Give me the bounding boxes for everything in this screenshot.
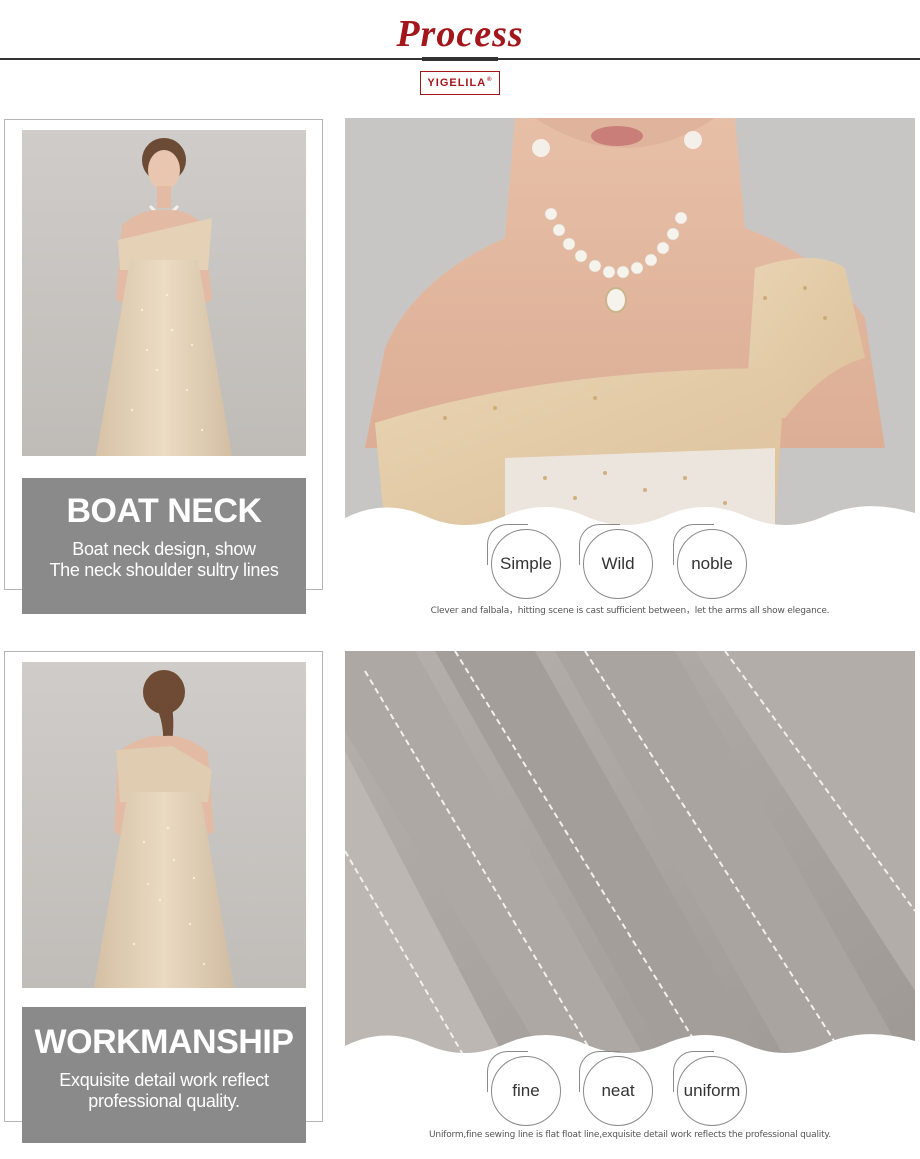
section-description-line1: Boat neck design, show [72,539,256,559]
section-description-line2: The neck shoulder sultry lines [49,560,279,580]
feature-badge-wild: Wild [583,529,653,599]
feature-badge-noble: noble [677,529,747,599]
section-heading: BOAT NECK [66,492,262,530]
registered-mark: ® [487,77,493,83]
header-divider-accent [422,57,498,61]
section-description-line2: professional quality. [88,1091,240,1111]
model-back-photo [22,662,306,988]
workmanship-label: WORKMANSHIP Exquisite detail work reflec… [22,1007,306,1143]
feature-badge-simple: Simple [491,529,561,599]
brand-name: YIGELILA [427,77,487,89]
fabric-detail-photo [345,651,915,1058]
feature-badge-neat: neat [583,1056,653,1126]
neckline-detail-photo [345,118,915,530]
model-front-photo [22,130,306,456]
feature-badge-fine: fine [491,1056,561,1126]
brand-logo: YIGELILA ® [420,71,500,95]
page-title: Process [396,13,524,55]
feature-badge-uniform: uniform [677,1056,747,1126]
section-heading: WORKMANSHIP [34,1023,294,1061]
section-caption: Uniform,fine sewing line is flat float l… [429,1130,831,1140]
boat-neck-label: BOAT NECK Boat neck design, show The nec… [22,478,306,614]
section-caption: Clever and falbala，hitting scene is cast… [430,606,830,616]
section-description-line1: Exquisite detail work reflect [59,1070,269,1090]
